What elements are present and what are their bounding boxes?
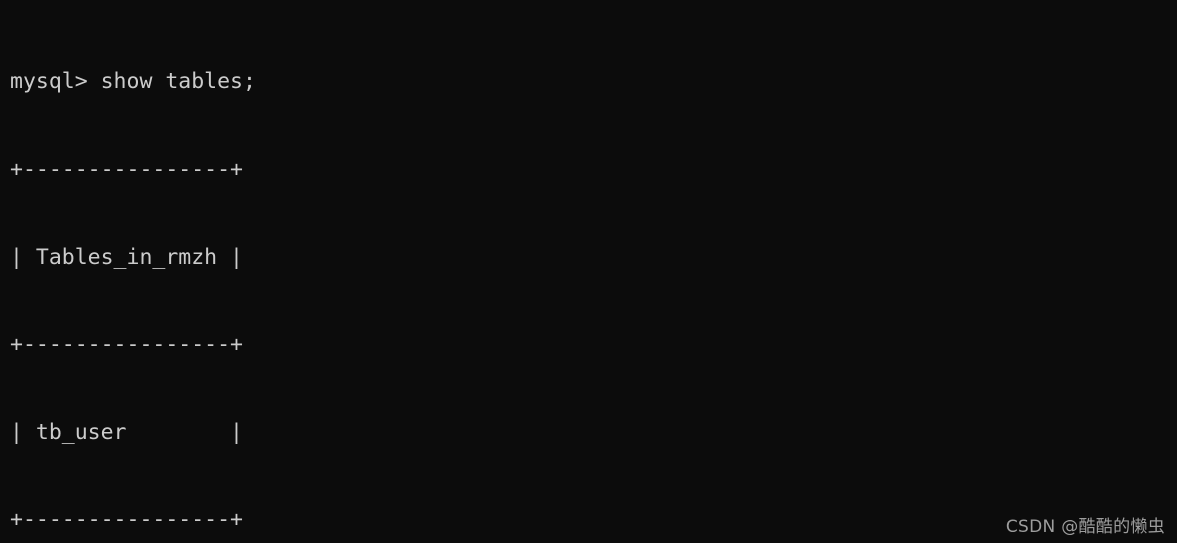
- terminal-line-table-row-tb-user: | tb_user |: [10, 419, 243, 445]
- terminal-line-table-header: | Tables_in_rmzh |: [10, 244, 243, 270]
- terminal-window[interactable]: mysql> show tables; +----------------+ |…: [0, 0, 1177, 543]
- csdn-watermark: CSDN @酷酷的懒虫: [1005, 517, 1165, 537]
- terminal-line-table-border-bottom: +----------------+: [10, 507, 243, 533]
- terminal-line-table-border-mid: +----------------+: [10, 332, 243, 358]
- terminal-line-table-border-top: +----------------+: [10, 157, 243, 183]
- terminal-line-command-show-tables: mysql> show tables;: [10, 69, 256, 95]
- console-output: mysql> show tables; +----------------+ |…: [10, 9, 722, 543]
